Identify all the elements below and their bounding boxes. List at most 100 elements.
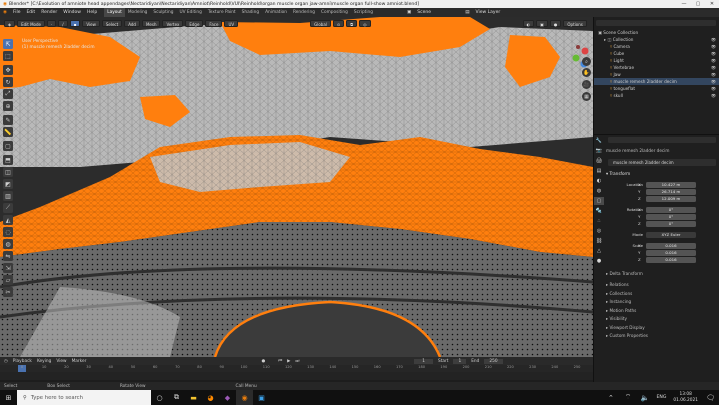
start-field[interactable]: 1 — [453, 358, 467, 364]
close-button[interactable]: ✕ — [705, 0, 719, 8]
visibility-eye-icon[interactable]: 👁 — [711, 36, 716, 43]
extrude-icon[interactable]: ⬒ — [3, 155, 13, 165]
cursor-icon[interactable]: ⇱ — [3, 39, 13, 49]
xray-icon[interactable]: ▣ — [536, 19, 548, 27]
data-tab-icon[interactable]: △ — [594, 247, 604, 255]
tab-scripting[interactable]: Scripting — [351, 8, 376, 17]
poly-build-icon[interactable]: ◭ — [3, 215, 13, 225]
transform-icon[interactable]: ⊕ — [3, 101, 13, 111]
location-field[interactable]: 12.009 m — [646, 196, 696, 202]
annotate-icon[interactable]: ✎ — [3, 115, 13, 125]
tab-uv-editing[interactable]: UV Editing — [176, 8, 204, 17]
shading-solid-icon[interactable]: ● — [549, 19, 562, 27]
visibility-eye-icon[interactable]: 👁 — [711, 50, 716, 57]
view-layer-tab-icon[interactable]: ▤ — [594, 167, 604, 175]
minimize-button[interactable]: — — [677, 0, 691, 8]
outliner-row[interactable]: ▿ muscle remesh 2ladder decim 👁 — [594, 78, 719, 85]
notification-icon[interactable]: 🗨 — [702, 390, 719, 405]
rotation-field[interactable]: 0° — [646, 214, 696, 220]
shear-icon[interactable]: ▱ — [3, 275, 13, 285]
transform-panel-header[interactable]: ▾ Transform — [606, 170, 719, 177]
outliner-row[interactable]: ▸ ◫ Collection 👁 — [594, 36, 719, 43]
blender-menu-icon[interactable]: ◉ — [0, 8, 10, 17]
knife-icon[interactable]: ⟋ — [3, 203, 13, 213]
mesh-render[interactable] — [0, 17, 593, 357]
loop-cut-icon[interactable]: ▥ — [3, 191, 13, 201]
rotation-field[interactable]: 0° — [646, 221, 696, 227]
inset-icon[interactable]: ◫ — [3, 167, 13, 177]
tab-rendering[interactable]: Rendering — [290, 8, 318, 17]
view-layer-icon[interactable]: ▤ — [462, 8, 472, 17]
maximize-button[interactable]: ▢ — [691, 0, 705, 8]
grid-view-icon[interactable]: ▦ — [582, 92, 591, 101]
output-tab-icon[interactable]: 🖨 — [594, 157, 604, 165]
panel-header[interactable]: ▸ Visibility — [606, 315, 719, 322]
outliner-row[interactable]: ▿ Jaw 👁 — [594, 71, 719, 78]
menu-view[interactable]: View — [82, 19, 100, 27]
bevel-icon[interactable]: ◩ — [3, 179, 13, 189]
firefox-icon[interactable]: ◕ — [202, 390, 219, 405]
record-icon[interactable]: ● — [261, 359, 265, 364]
zoom-icon[interactable]: ⌕ — [582, 57, 591, 66]
panel-header[interactable]: ▸ Delta Transform — [606, 270, 719, 277]
scene-selector[interactable]: Scene — [414, 8, 462, 17]
visibility-eye-icon[interactable]: 👁 — [711, 85, 716, 92]
menu-playback[interactable]: Playback — [13, 359, 32, 364]
rotation-field[interactable]: 0° — [646, 207, 696, 213]
rotate-icon[interactable]: ↻ — [3, 77, 13, 87]
view-layer-selector[interactable]: View Layer — [473, 8, 504, 17]
tab-texture-paint[interactable]: Texture Paint — [205, 8, 239, 17]
location-field[interactable]: 10.427 m — [646, 182, 696, 188]
tab-modeling[interactable]: Modeling — [125, 8, 151, 17]
taskbar-search[interactable]: ⚲ Type here to search — [17, 390, 151, 405]
tab-layout[interactable]: Layout — [104, 8, 125, 17]
photos-icon[interactable]: ▣ — [253, 390, 270, 405]
snap-icon[interactable]: ⧉ — [346, 19, 358, 27]
scene-tab-icon[interactable]: ◐ — [594, 177, 604, 185]
measure-icon[interactable]: 📏 — [3, 127, 13, 137]
visibility-eye-icon[interactable]: 👁 — [711, 78, 716, 85]
scale-field[interactable]: 0.016 — [646, 257, 696, 263]
current-frame-field[interactable]: 1 — [414, 358, 433, 364]
constraints-tab-icon[interactable]: ⛓ — [594, 237, 604, 245]
move-icon[interactable]: ✥ — [3, 65, 13, 75]
menu-timeline-view[interactable]: View — [56, 359, 66, 364]
spin-icon[interactable]: ◌ — [3, 227, 13, 237]
outliner-row[interactable]: ▿ Camera 👁 — [594, 43, 719, 50]
menu-marker[interactable]: Marker — [72, 359, 87, 364]
menu-edge[interactable]: Edge — [185, 19, 204, 27]
panel-header[interactable]: ▸ Viewport Display — [606, 324, 719, 331]
task-view-icon[interactable]: ⧉ — [168, 390, 185, 405]
visibility-eye-icon[interactable]: 👁 — [711, 64, 716, 71]
tab-compositing[interactable]: Compositing — [318, 8, 351, 17]
panel-header[interactable]: ▸ Custom Properties — [606, 332, 719, 339]
menu-window[interactable]: Window — [60, 8, 84, 17]
rip-icon[interactable]: ✂ — [3, 287, 13, 297]
particles-tab-icon[interactable]: ∴ — [594, 217, 604, 225]
pivot-icon[interactable]: ⊙ — [332, 19, 345, 27]
visibility-eye-icon[interactable]: 👁 — [711, 43, 716, 50]
location-field[interactable]: 26.714 m — [646, 189, 696, 195]
visibility-eye-icon[interactable]: 👁 — [711, 92, 716, 99]
proportional-edit-icon[interactable]: ◎ — [359, 19, 371, 27]
paint-icon[interactable]: ◆ — [219, 390, 236, 405]
physics-tab-icon[interactable]: ◎ — [594, 227, 604, 235]
scene-icon[interactable]: ▣ — [404, 8, 414, 17]
vertex-select-icon[interactable]: · — [47, 19, 57, 27]
modifier-tab-icon[interactable]: 🔩 — [594, 207, 604, 215]
cortana-icon[interactable]: ○ — [151, 390, 168, 405]
menu-mesh[interactable]: Mesh — [141, 19, 161, 27]
render-tab-icon[interactable]: 📷 — [594, 147, 604, 155]
editor-type-icon[interactable]: ◈ — [4, 19, 16, 27]
camera-view-icon[interactable]: 🎥 — [582, 80, 591, 89]
blender-taskbar-icon[interactable]: ◉ — [236, 390, 253, 405]
properties-search-input[interactable] — [608, 137, 716, 143]
scale-field[interactable]: 0.016 — [646, 243, 696, 249]
explorer-icon[interactable]: ▬ — [185, 390, 202, 405]
smooth-icon[interactable]: ◍ — [3, 239, 13, 249]
outliner-row[interactable]: ▿ Light 👁 — [594, 57, 719, 64]
menu-add[interactable]: Add — [124, 19, 140, 27]
shrink-icon[interactable]: ⇲ — [3, 263, 13, 273]
tool-tab-icon[interactable]: 🔧 — [594, 137, 604, 145]
mode-selector[interactable]: Edit Mode — [17, 19, 45, 27]
